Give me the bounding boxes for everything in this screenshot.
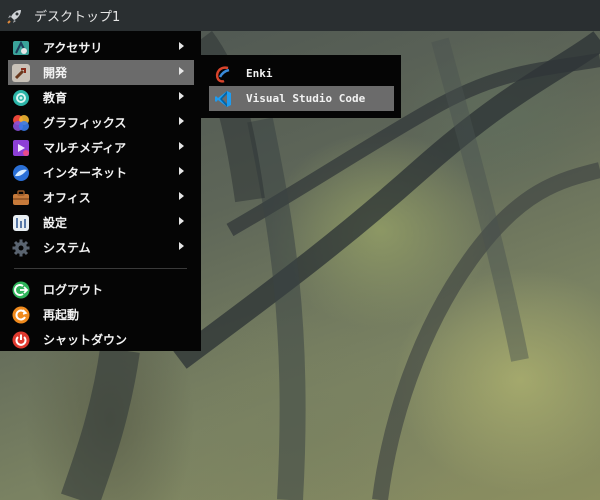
menu-item-label: ログアウト [43, 283, 104, 297]
menu-item-label: 設定 [43, 216, 68, 230]
menu-separator [14, 268, 187, 269]
vscode-icon [214, 90, 232, 108]
application-menu: アクセサリ 開発 教育 グラフィックス マルチメディア インターネット オフィス… [0, 31, 201, 351]
enki-icon [214, 65, 232, 83]
menu-item-system[interactable]: システム [8, 235, 194, 260]
panel-title[interactable]: デスクトップ1 [34, 6, 120, 25]
logout-icon [12, 281, 30, 299]
multimedia-icon [12, 139, 30, 157]
menu-item-label: 教育 [43, 91, 68, 105]
menu-item-accessories[interactable]: アクセサリ [8, 35, 194, 60]
menu-item-logout[interactable]: ログアウト [8, 277, 194, 302]
menu-item-label: アクセサリ [43, 41, 103, 55]
menu-item-label: システム [43, 241, 91, 255]
submenu-arrow-icon [179, 167, 184, 175]
accessories-icon [12, 39, 30, 57]
submenu-arrow-icon [179, 217, 184, 225]
menu-item-label: 再起動 [43, 308, 80, 322]
submenu-arrow-icon [179, 242, 184, 250]
menu-item-development[interactable]: 開発 [8, 60, 194, 85]
submenu-arrow-icon [179, 192, 184, 200]
menu-item-shutdown[interactable]: シャットダウン [8, 327, 194, 352]
menu-item-internet[interactable]: インターネット [8, 160, 194, 185]
system-icon [12, 239, 30, 257]
menu-item-graphics[interactable]: グラフィックス [8, 110, 194, 135]
menu-item-multimedia[interactable]: マルチメディア [8, 135, 194, 160]
office-icon [12, 189, 30, 207]
education-icon [12, 89, 30, 107]
development-icon [12, 63, 30, 82]
graphics-icon [12, 114, 30, 132]
menu-item-restart[interactable]: 再起動 [8, 302, 194, 327]
submenu-arrow-icon [179, 92, 184, 100]
rocket-icon[interactable] [0, 0, 30, 31]
menu-item-label: マルチメディア [43, 141, 127, 155]
menu-item-settings[interactable]: 設定 [8, 210, 194, 235]
submenu-arrow-icon [179, 142, 184, 150]
submenu-arrow-icon [179, 67, 184, 75]
menu-item-label: シャットダウン [43, 333, 128, 347]
restart-icon [12, 306, 30, 324]
internet-icon [12, 164, 30, 182]
menu-item-office[interactable]: オフィス [8, 185, 194, 210]
menu-item-education[interactable]: 教育 [8, 85, 194, 110]
submenu-arrow-icon [179, 117, 184, 125]
submenu-item-enki[interactable]: Enki [209, 61, 394, 86]
menu-item-label: オフィス [43, 191, 91, 205]
menu-item-label: 開発 [43, 66, 68, 80]
settings-icon [12, 214, 30, 232]
top-panel: デスクトップ1 [0, 0, 600, 31]
development-submenu: Enki Visual Studio Code [201, 55, 401, 118]
shutdown-icon [12, 331, 30, 349]
submenu-item-label: Visual Studio Code [246, 92, 366, 105]
submenu-item-vscode[interactable]: Visual Studio Code [209, 86, 394, 111]
submenu-arrow-icon [179, 42, 184, 50]
menu-item-label: インターネット [43, 166, 128, 180]
menu-item-label: グラフィックス [43, 116, 127, 130]
submenu-item-label: Enki [246, 67, 273, 80]
